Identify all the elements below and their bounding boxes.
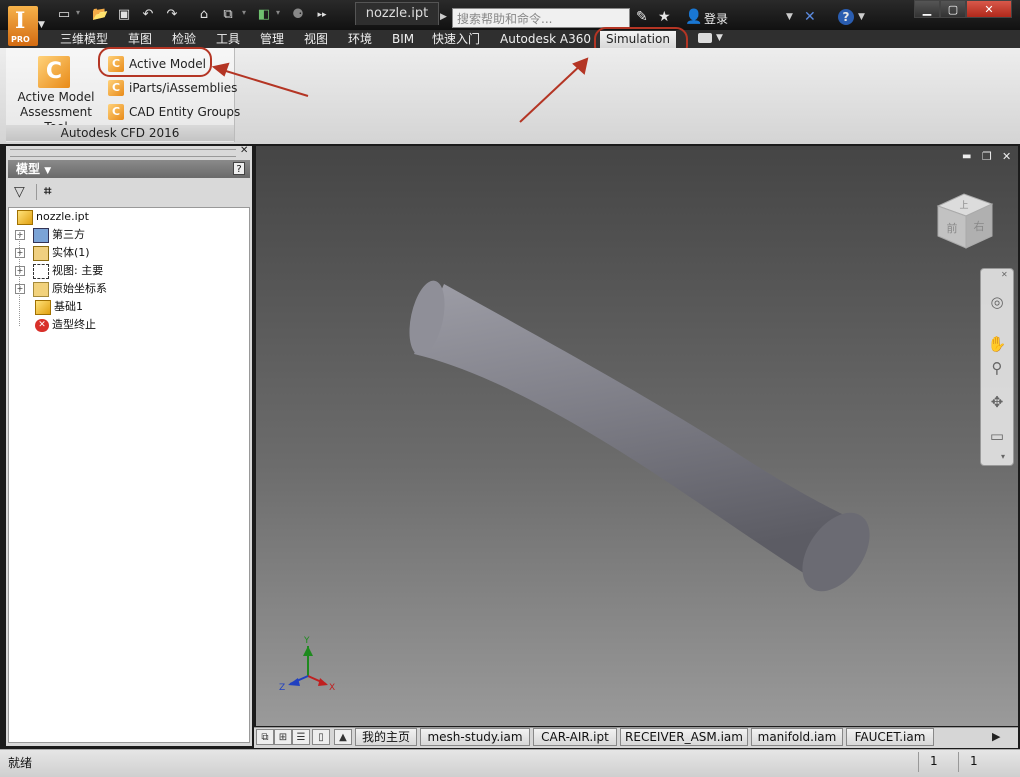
tree-label: 基础1 xyxy=(54,300,83,313)
z-label: Z xyxy=(279,683,285,693)
tree-item-view[interactable]: + 视图: 主要 xyxy=(9,262,249,280)
tree-item-root[interactable]: nozzle.ipt xyxy=(9,208,249,226)
tree-label: 实体(1) xyxy=(52,246,90,259)
find-binoculars-icon[interactable]: ⌗ xyxy=(44,184,51,199)
browser-grip[interactable] xyxy=(10,149,236,157)
navbar-close-icon[interactable]: ✕ xyxy=(1001,270,1008,279)
viewcube-right-label: 右 xyxy=(974,219,985,233)
arrow-to-active-model xyxy=(215,67,309,97)
status-text: 就绪 xyxy=(8,756,33,770)
y-axis-head xyxy=(303,646,313,656)
y-label: Y xyxy=(303,636,310,646)
orbit-icon[interactable]: ✥ xyxy=(986,392,1008,412)
arrow-to-simulation xyxy=(519,61,585,123)
tree-label: 第三方 xyxy=(52,228,85,241)
tree-label: 原始坐标系 xyxy=(52,282,107,295)
viewcube-front-label: 前 xyxy=(947,221,958,235)
tile-windows-icon[interactable]: ⊞ xyxy=(274,729,292,745)
tree-item-origin[interactable]: + 原始坐标系 xyxy=(9,280,249,298)
pan-hand-icon[interactable]: ✋ xyxy=(986,334,1008,354)
look-at-icon[interactable]: ▭ xyxy=(986,426,1008,446)
tree-item-third-party[interactable]: + 第三方 xyxy=(9,226,249,244)
browser-dropdown-icon: ▼ xyxy=(44,166,52,176)
zoom-icon[interactable]: ⚲ xyxy=(986,358,1008,378)
application-menu-button[interactable]: I PRO xyxy=(8,6,38,46)
tile-horizontal-icon[interactable]: ☰ xyxy=(292,729,310,745)
pro-label: PRO xyxy=(11,35,30,44)
tree-item-end-of-part[interactable]: ✕ 造型终止 xyxy=(9,316,249,334)
steering-wheel-icon[interactable]: ◎ xyxy=(986,292,1008,312)
browser-header[interactable]: 模型 ▼ xyxy=(8,160,250,178)
coordinate-triad: Y X Z xyxy=(279,636,335,693)
app-menu-chevron-icon[interactable]: ▼ xyxy=(38,20,45,30)
status-bar xyxy=(0,749,1020,777)
tab-mesh-study[interactable]: mesh-study.iam xyxy=(420,728,530,746)
toolbar-divider xyxy=(36,184,37,200)
arrow-head-active-model xyxy=(211,62,230,77)
third-party-icon xyxy=(33,227,49,243)
tab-car-air[interactable]: CAR-AIR.ipt xyxy=(533,728,617,746)
browser-help-icon[interactable]: ? xyxy=(233,162,245,175)
origin-folder-icon xyxy=(33,281,49,297)
x-axis-head xyxy=(318,678,328,686)
nozzle-body xyxy=(414,284,846,586)
tab-scroll-right-icon[interactable]: ▶ xyxy=(992,730,1000,743)
z-axis-head xyxy=(288,678,300,686)
tree-label: 视图: 主要 xyxy=(52,264,104,277)
status-count-1: 1 xyxy=(930,754,938,768)
app-logo: I xyxy=(15,8,26,34)
part-icon xyxy=(17,209,33,225)
base-feature-icon xyxy=(35,299,51,315)
view-icon xyxy=(33,263,49,279)
tab-receiver-asm[interactable]: RECEIVER_ASM.iam xyxy=(620,728,748,746)
navbar-customize-icon[interactable]: ▾ xyxy=(1001,452,1005,461)
status-count-2: 1 xyxy=(970,754,978,768)
model-tree: nozzle.ipt + 第三方 + 实体(1) + 视图: 主要 + 原始坐标系 基础… xyxy=(8,207,250,743)
viewcube-top-label: 上 xyxy=(959,200,968,211)
tree-label: 造型终止 xyxy=(52,318,96,331)
browser-close-icon[interactable]: ✕ xyxy=(240,145,248,156)
tree-label: nozzle.ipt xyxy=(36,210,89,223)
viewcube[interactable]: 上 前 右 xyxy=(930,188,1000,258)
tree-guide-line xyxy=(19,234,21,326)
tab-my-home[interactable]: 我的主页 xyxy=(355,728,417,746)
x-label: X xyxy=(329,683,335,693)
tab-faucet[interactable]: FAUCET.iam xyxy=(846,728,934,746)
browser-title: 模型 xyxy=(16,162,41,176)
tile-vertical-icon[interactable]: ▯ xyxy=(312,729,330,745)
status-divider xyxy=(918,752,919,772)
nozzle-model[interactable] xyxy=(256,146,1018,726)
status-divider xyxy=(958,752,959,772)
tab-manifold[interactable]: manifold.iam xyxy=(751,728,843,746)
cascade-windows-icon[interactable]: ⧉ xyxy=(256,729,274,745)
tree-item-solid-bodies[interactable]: + 实体(1) xyxy=(9,244,249,262)
tab-list-up-icon[interactable]: ▲ xyxy=(334,729,352,745)
end-of-part-icon: ✕ xyxy=(35,318,49,332)
tree-item-base-feature[interactable]: 基础1 xyxy=(9,298,249,316)
solid-bodies-icon xyxy=(33,245,49,261)
filter-icon[interactable]: ▽ xyxy=(14,184,25,200)
